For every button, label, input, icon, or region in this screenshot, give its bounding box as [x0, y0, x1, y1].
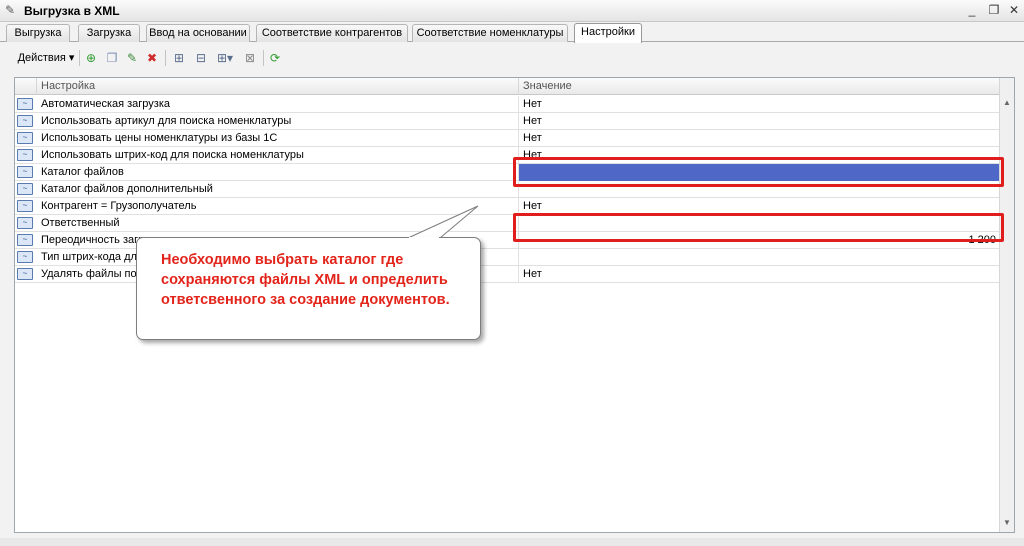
actions-menu-button[interactable]: Действия ▾ [16, 49, 76, 67]
document-icon: ✎ [5, 3, 16, 17]
toolbar-separator [165, 50, 166, 66]
restore-button[interactable]: ❐ [986, 2, 1002, 18]
highlight-box-catalog [513, 157, 1004, 187]
setting-icon: ~ [17, 132, 33, 144]
filter-clear-icon[interactable]: ⊠ [241, 49, 259, 67]
grid-header: Настройка Значение [15, 78, 1000, 95]
setting-icon: ~ [17, 183, 33, 195]
setting-icon: ~ [17, 268, 33, 280]
setting-name: Автоматическая загрузка [37, 96, 519, 113]
filter-dropdown-icon[interactable]: ⊞▾ [213, 49, 237, 67]
setting-value[interactable]: Нет [519, 113, 1000, 130]
setting-icon: ~ [17, 251, 33, 263]
setting-icon: ~ [17, 217, 33, 229]
setting-name: Каталог файлов дополнительный [37, 181, 519, 198]
close-button[interactable]: ✕ [1006, 2, 1022, 18]
delete-icon[interactable]: ✖ [144, 49, 160, 67]
toolbar: Действия ▾ ⊕ ❐ ✎ ✖ ⊞ ⊟ ⊞▾ ⊠ ⟳ [0, 44, 1024, 72]
setting-value[interactable] [519, 249, 1000, 266]
setting-value[interactable]: Нет [519, 266, 1000, 283]
refresh-icon[interactable]: ⟳ [267, 49, 283, 67]
setting-name: Использовать артикул для поиска номенкла… [37, 113, 519, 130]
filter-icon[interactable]: ⊞ [170, 49, 188, 67]
setting-icon: ~ [17, 200, 33, 212]
scroll-down-icon[interactable]: ▼ [1000, 516, 1014, 530]
table-row[interactable]: ~ Использовать артикул для поиска номенк… [15, 113, 1000, 130]
tab-settings[interactable]: Настройки [574, 23, 642, 43]
table-row[interactable]: ~ Автоматическая загрузка Нет [15, 96, 1000, 113]
title-bar: ✎ Выгрузка в XML _ ❐ ✕ [0, 0, 1024, 22]
vertical-scrollbar[interactable]: ▲ ▼ [999, 78, 1014, 532]
setting-name: Каталог файлов [37, 164, 519, 181]
callout-bubble: Необходимо выбрать каталог где сохраняют… [136, 237, 481, 340]
setting-name: Контрагент = Грузополучатель [37, 198, 519, 215]
tab-bar: Выгрузка Загрузка Ввод на основании Соот… [0, 22, 1024, 43]
setting-icon: ~ [17, 149, 33, 161]
highlight-box-responsible [513, 213, 1004, 242]
setting-name: Ответственный [37, 215, 519, 232]
setting-icon: ~ [17, 166, 33, 178]
tab-contractors-mapping[interactable]: Соответствие контрагентов [256, 24, 408, 42]
tab-export[interactable]: Выгрузка [6, 24, 70, 42]
setting-icon: ~ [17, 115, 33, 127]
status-bar [0, 538, 1024, 546]
column-header-setting[interactable]: Настройка [37, 78, 519, 95]
filter-list-icon[interactable]: ⊟ [192, 49, 210, 67]
setting-name: Использовать цены номенклатуры из базы 1… [37, 130, 519, 147]
minimize-button[interactable]: _ [964, 2, 980, 18]
setting-value[interactable]: Нет [519, 96, 1000, 113]
setting-value[interactable]: Нет [519, 130, 1000, 147]
toolbar-separator [263, 50, 264, 66]
toolbar-separator [79, 50, 80, 66]
callout-text: Необходимо выбрать каталог где сохраняют… [161, 252, 450, 308]
edit-icon[interactable]: ✎ [124, 49, 140, 67]
table-row[interactable]: ~ Использовать цены номенклатуры из базы… [15, 130, 1000, 147]
setting-icon: ~ [17, 234, 33, 246]
scroll-up-icon[interactable]: ▲ [1000, 96, 1014, 110]
tab-nomenclature-mapping[interactable]: Соответствие номенклатуры [412, 24, 568, 42]
setting-icon: ~ [17, 98, 33, 110]
add-icon[interactable]: ⊕ [83, 49, 99, 67]
copy-icon[interactable]: ❐ [104, 49, 120, 67]
setting-name: Использовать штрих-код для поиска номенк… [37, 147, 519, 164]
window-title: Выгрузка в XML [24, 4, 120, 18]
column-header-value[interactable]: Значение [519, 78, 1000, 95]
header-icon-column [15, 78, 37, 95]
tab-import[interactable]: Загрузка [78, 24, 140, 42]
tab-input-basis[interactable]: Ввод на основании [146, 24, 250, 42]
